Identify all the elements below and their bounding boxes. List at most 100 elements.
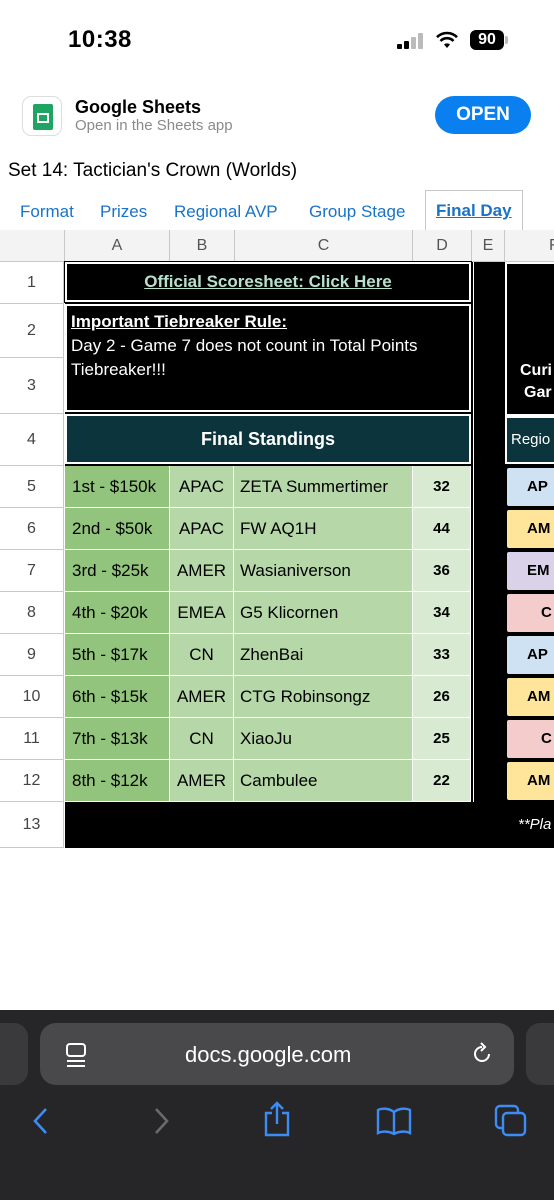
side-region-header: Regio (505, 416, 554, 464)
row-header[interactable]: 1 (0, 262, 64, 304)
previous-tab-pill[interactable] (0, 1023, 28, 1085)
region-cell[interactable]: AMER (170, 550, 234, 592)
row-header[interactable]: 7 (0, 550, 64, 592)
column-header-b[interactable]: B (170, 230, 235, 262)
table-row: 4th - $20k EMEA G5 Klicornen 34 (65, 592, 471, 634)
column-header-e[interactable]: E (472, 230, 505, 262)
points-cell[interactable]: 36 (413, 550, 471, 592)
table-row: 5th - $17k CN ZhenBai 33 (65, 634, 471, 676)
share-icon[interactable] (262, 1100, 292, 1138)
final-standings-header: Final Standings (65, 414, 471, 464)
player-cell[interactable]: Wasianiverson (234, 550, 413, 592)
points-cell[interactable]: 44 (413, 508, 471, 550)
side-header-line-1: Curi (520, 362, 552, 379)
row-header[interactable]: 9 (0, 634, 64, 676)
row-header[interactable]: 6 (0, 508, 64, 550)
side-region-cell[interactable]: AP (507, 636, 554, 674)
next-tab-pill[interactable] (526, 1023, 554, 1085)
row-header[interactable]: 10 (0, 676, 64, 718)
row-header[interactable]: 11 (0, 718, 64, 760)
tiebreaker-rule-text: Day 2 - Game 7 does not count in Total P… (71, 336, 418, 379)
tab-prizes[interactable]: Prizes (100, 202, 147, 222)
side-region-cell[interactable]: AM (507, 762, 554, 800)
points-cell[interactable]: 33 (413, 634, 471, 676)
battery-cap (505, 36, 508, 44)
place-cell[interactable]: 2nd - $50k (65, 508, 170, 550)
side-region-cell[interactable]: AP (507, 468, 554, 506)
region-cell[interactable]: APAC (170, 508, 234, 550)
place-cell[interactable]: 7th - $13k (65, 718, 170, 760)
region-cell[interactable]: CN (170, 718, 234, 760)
table-row: 8th - $12k AMER Cambulee 22 (65, 760, 471, 802)
region-cell[interactable]: CN (170, 634, 234, 676)
column-e-spacer (473, 262, 503, 802)
tab-final-day[interactable]: Final Day (425, 190, 523, 231)
player-cell[interactable]: CTG Robinsongz (234, 676, 413, 718)
page-menu-icon[interactable] (64, 1042, 88, 1068)
player-cell[interactable]: ZhenBai (234, 634, 413, 676)
row-header[interactable]: 5 (0, 466, 64, 508)
side-header-text: Curi Gar (520, 360, 552, 404)
side-region-cell[interactable]: AM (507, 678, 554, 716)
wifi-icon (436, 31, 458, 48)
points-cell[interactable]: 22 (413, 760, 471, 802)
region-cell[interactable]: AMER (170, 676, 234, 718)
tab-format[interactable]: Format (20, 202, 74, 222)
row-header[interactable]: 2 (0, 304, 64, 358)
tiebreaker-rule-box: Important Tiebreaker Rule: Day 2 - Game … (65, 304, 471, 412)
table-row: 2nd - $50k APAC FW AQ1H 44 (65, 508, 471, 550)
tabs-icon[interactable] (494, 1104, 528, 1138)
player-cell[interactable]: XiaoJu (234, 718, 413, 760)
row-header[interactable]: 4 (0, 414, 64, 466)
side-region-cell[interactable]: EM (507, 552, 554, 590)
player-cell[interactable]: FW AQ1H (234, 508, 413, 550)
points-cell[interactable]: 32 (413, 466, 471, 508)
table-row: 3rd - $25k AMER Wasianiverson 36 (65, 550, 471, 592)
open-app-button[interactable]: OPEN (435, 96, 531, 134)
player-cell[interactable]: G5 Klicornen (234, 592, 413, 634)
place-cell[interactable]: 4th - $20k (65, 592, 170, 634)
official-scoresheet-link[interactable]: Official Scoresheet: Click Here (64, 261, 472, 303)
forward-icon[interactable] (150, 1106, 172, 1136)
points-cell[interactable]: 25 (413, 718, 471, 760)
region-cell[interactable]: AMER (170, 760, 234, 802)
select-all-corner[interactable] (0, 230, 65, 262)
table-row: 1st - $150k APAC ZETA Summertimer 32 (65, 466, 471, 508)
place-cell[interactable]: 6th - $15k (65, 676, 170, 718)
url-text[interactable]: docs.google.com (185, 1042, 351, 1068)
document-title: Set 14: Tactician's Crown (Worlds) (8, 160, 298, 181)
back-icon[interactable] (30, 1106, 52, 1136)
tab-group-stage[interactable]: Group Stage (309, 202, 405, 222)
region-cell[interactable]: APAC (170, 466, 234, 508)
row-header[interactable]: 8 (0, 592, 64, 634)
row-header[interactable]: 13 (0, 802, 64, 848)
place-cell[interactable]: 1st - $150k (65, 466, 170, 508)
column-header-d[interactable]: D (413, 230, 472, 262)
bookmarks-icon[interactable] (376, 1106, 412, 1136)
player-cell[interactable]: ZETA Summertimer (234, 466, 413, 508)
side-footnote: **Pla (518, 816, 552, 833)
column-header-c[interactable]: C (235, 230, 413, 262)
tab-regional-avp[interactable]: Regional AVP (174, 202, 278, 222)
player-cell[interactable]: Cambulee (234, 760, 413, 802)
place-cell[interactable]: 5th - $17k (65, 634, 170, 676)
row-header[interactable]: 3 (0, 358, 64, 414)
battery-indicator: 90 (470, 30, 504, 50)
points-cell[interactable]: 34 (413, 592, 471, 634)
side-region-cell[interactable]: C (507, 594, 554, 632)
column-header-a[interactable]: A (65, 230, 170, 262)
side-region-cell[interactable]: C (507, 720, 554, 758)
points-cell[interactable]: 26 (413, 676, 471, 718)
cellular-signal-icon (397, 33, 427, 49)
table-row: 7th - $13k CN XiaoJu 25 (65, 718, 471, 760)
region-cell[interactable]: EMEA (170, 592, 234, 634)
place-cell[interactable]: 3rd - $25k (65, 550, 170, 592)
place-cell[interactable]: 8th - $12k (65, 760, 170, 802)
row-header[interactable]: 12 (0, 760, 64, 802)
side-region-cell[interactable]: AM (507, 510, 554, 548)
reload-icon[interactable] (470, 1042, 494, 1066)
column-header-f[interactable]: F (505, 230, 554, 262)
app-subtitle: Open in the Sheets app (75, 117, 233, 134)
status-time: 10:38 (68, 26, 132, 53)
sheet-tabs: Format Prizes Regional AVP Group Stage F… (0, 190, 554, 231)
